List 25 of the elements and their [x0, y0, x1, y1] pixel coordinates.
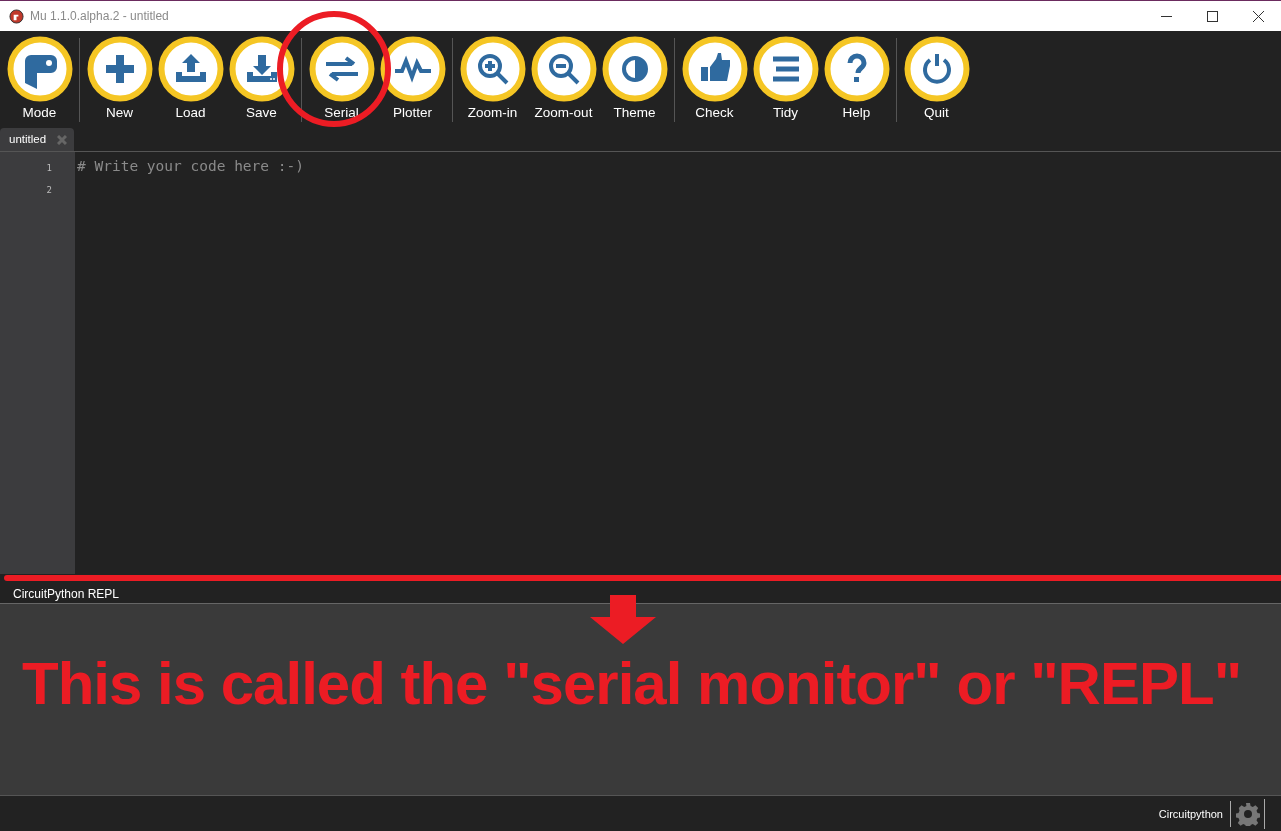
power-icon: [922, 54, 951, 84]
upload-icon: [175, 54, 206, 82]
swap-arrows-icon: [323, 56, 360, 82]
editor-tab[interactable]: untitled: [0, 128, 74, 151]
line-number: 2: [46, 184, 52, 197]
thumbs-up-icon: [700, 53, 730, 81]
download-icon: [246, 55, 277, 82]
annotation-text: This is called the "serial monitor" or "REPL": [22, 649, 1242, 719]
zoom-in-icon: [477, 54, 509, 85]
app-logo-icon: [9, 8, 24, 24]
zoom-out-icon: [548, 54, 580, 85]
maximize-icon[interactable]: [1206, 10, 1218, 22]
question-mark-icon: [847, 53, 866, 82]
line-number: 1: [46, 162, 52, 175]
lines-icon: [770, 56, 801, 82]
pulse-icon: [394, 55, 431, 83]
mode-label[interactable]: Circuitpython: [1158, 800, 1231, 827]
code-comment: # Write your code here :-): [77, 158, 304, 174]
close-icon[interactable]: [1252, 10, 1264, 22]
contrast-icon: [621, 56, 648, 82]
mode-icon: [24, 55, 57, 89]
plus-icon: [105, 55, 134, 83]
window-title: Mu 1.1.0.alpha.2 - untitled: [30, 8, 169, 25]
down-arrow-icon: [590, 595, 656, 644]
panel-title: CircuitPython REPL: [13, 585, 120, 603]
